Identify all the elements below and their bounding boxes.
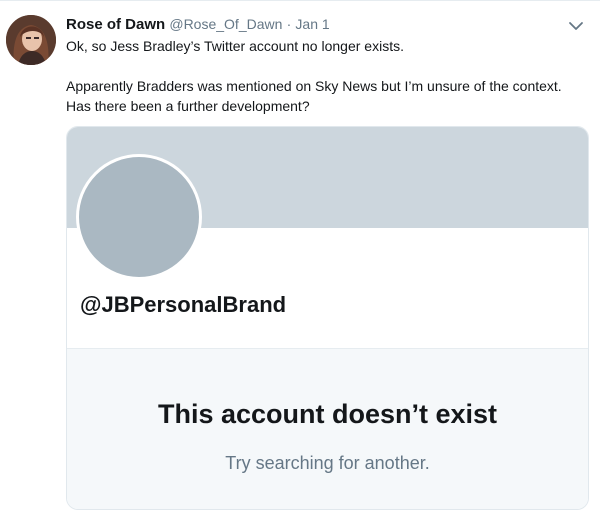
display-name[interactable]: Rose of Dawn [66, 16, 165, 33]
profile-card[interactable]: @JBPersonalBrand This account doesn’t ex… [66, 126, 589, 510]
timestamp[interactable]: Jan 1 [295, 16, 329, 32]
card-avatar-placeholder [76, 154, 202, 280]
card-handle: @JBPersonalBrand [80, 292, 287, 317]
tweet-text: Ok, so Jess Bradley’s Twitter account no… [66, 36, 586, 116]
tweet: Rose of Dawn @Rose_Of_Dawn · Jan 1 Ok, s… [0, 0, 600, 520]
tweet-text-line: Apparently Bradders was mentioned on Sky… [66, 78, 562, 114]
tweet-text-line: Ok, so Jess Bradley’s Twitter account no… [66, 38, 404, 54]
account-missing-subtext: Try searching for another. [225, 453, 430, 473]
account-missing-message: This account doesn’t exist [157, 399, 498, 429]
user-handle[interactable]: @Rose_Of_Dawn [169, 16, 282, 32]
avatar[interactable] [6, 15, 56, 65]
divider [0, 0, 600, 1]
separator-dot: · [286, 16, 292, 32]
tweet-header: Rose of Dawn @Rose_Of_Dawn · Jan 1 [66, 14, 330, 35]
chevron-down-icon[interactable] [566, 16, 586, 36]
